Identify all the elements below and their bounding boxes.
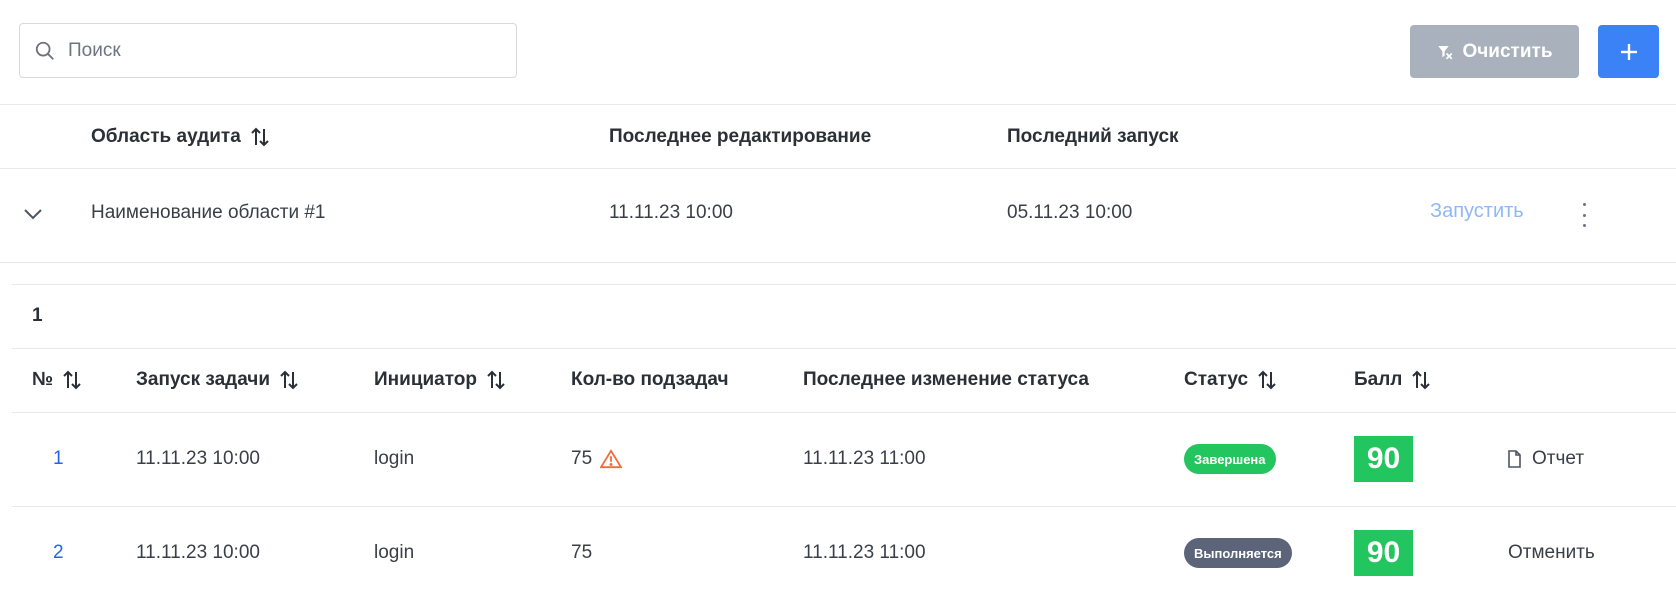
header-initiator[interactable]: Инициатор bbox=[374, 369, 507, 391]
task-status-change: 11.11.23 11:00 bbox=[803, 542, 926, 564]
search-input[interactable] bbox=[68, 39, 488, 62]
divider bbox=[12, 284, 1676, 285]
task-subtasks: 75 bbox=[571, 542, 592, 564]
status-badge: Завершена bbox=[1184, 444, 1276, 474]
add-button[interactable] bbox=[1598, 25, 1659, 78]
sort-icon[interactable] bbox=[278, 369, 300, 391]
sort-icon[interactable] bbox=[1256, 369, 1278, 391]
header-status[interactable]: Статус bbox=[1184, 369, 1278, 391]
search-field[interactable] bbox=[19, 23, 517, 78]
group-label: 1 bbox=[32, 305, 43, 326]
sort-icon[interactable] bbox=[1410, 369, 1432, 391]
sort-icon[interactable] bbox=[485, 369, 507, 391]
header-last-run-label: Последний запуск bbox=[1007, 126, 1179, 147]
cancel-link[interactable]: Отменить bbox=[1508, 542, 1595, 564]
task-subtasks: 75 bbox=[571, 448, 623, 470]
task-initiator-text: login bbox=[374, 448, 415, 469]
clear-filters-button[interactable]: Очистить bbox=[1410, 25, 1579, 78]
header-task-run-label: Запуск задачи bbox=[136, 369, 271, 390]
task-subtasks-text: 75 bbox=[571, 542, 593, 563]
divider bbox=[0, 104, 1676, 105]
task-run-time: 11.11.23 10:00 bbox=[136, 542, 260, 564]
clear-button-label: Очистить bbox=[1462, 40, 1553, 62]
task-initiator-text: login bbox=[374, 542, 415, 563]
header-area[interactable]: Область аудита bbox=[91, 126, 271, 148]
task-subtasks-text: 75 bbox=[571, 448, 593, 469]
task-status-change-text: 11.11.23 11:00 bbox=[803, 542, 926, 563]
score-badge: 90 bbox=[1354, 530, 1413, 576]
header-initiator-label: Инициатор bbox=[374, 369, 478, 390]
divider bbox=[0, 168, 1676, 169]
area-last-edit: 11.11.23 10:00 bbox=[609, 202, 733, 224]
task-run-text: 11.11.23 10:00 bbox=[136, 448, 260, 469]
header-status-change: Последнее изменение статуса bbox=[803, 369, 1089, 391]
task-initiator: login bbox=[374, 448, 414, 470]
task-run-text: 11.11.23 10:00 bbox=[136, 542, 260, 563]
header-subtasks-label: Кол-во подзадач bbox=[571, 369, 729, 390]
divider bbox=[12, 506, 1676, 507]
header-score-label: Балл bbox=[1354, 369, 1403, 390]
task-number-link[interactable]: 2 bbox=[53, 542, 64, 564]
run-link[interactable]: Запустить bbox=[1430, 200, 1524, 223]
task-status-change: 11.11.23 11:00 bbox=[803, 448, 926, 470]
header-subtasks: Кол-во подзадач bbox=[571, 369, 729, 391]
header-last-run: Последний запуск bbox=[1007, 126, 1179, 148]
task-number-link[interactable]: 1 bbox=[53, 448, 64, 470]
task-initiator: login bbox=[374, 542, 414, 564]
document-icon bbox=[1508, 450, 1521, 468]
header-score[interactable]: Балл bbox=[1354, 369, 1432, 391]
header-task-run[interactable]: Запуск задачи bbox=[136, 369, 300, 391]
header-num-label: № bbox=[32, 369, 54, 390]
more-options-icon[interactable] bbox=[1578, 203, 1590, 227]
chevron-down-icon[interactable] bbox=[22, 206, 44, 222]
plus-icon bbox=[1620, 43, 1637, 60]
task-status-change-text: 11.11.23 11:00 bbox=[803, 448, 926, 469]
score-badge: 90 bbox=[1354, 436, 1413, 482]
report-label: Отчет bbox=[1532, 448, 1585, 469]
report-link[interactable]: Отчет bbox=[1507, 448, 1584, 470]
area-last-run: 05.11.23 10:00 bbox=[1007, 202, 1132, 224]
divider bbox=[12, 412, 1676, 413]
area-last-edit-text: 11.11.23 10:00 bbox=[609, 202, 733, 223]
header-status-label: Статус bbox=[1184, 369, 1249, 390]
task-run-time: 11.11.23 10:00 bbox=[136, 448, 260, 470]
sort-icon[interactable] bbox=[61, 369, 83, 391]
sort-icon[interactable] bbox=[249, 126, 271, 148]
area-last-run-text: 05.11.23 10:00 bbox=[1007, 202, 1133, 223]
divider bbox=[12, 348, 1676, 349]
header-status-change-label: Последнее изменение статуса bbox=[803, 369, 1089, 390]
search-icon bbox=[35, 41, 54, 60]
header-num[interactable]: № bbox=[32, 369, 83, 391]
header-area-label: Область аудита bbox=[91, 126, 241, 147]
area-name: Наименование области #1 bbox=[91, 202, 325, 224]
divider bbox=[0, 262, 1676, 263]
header-last-edit-label: Последнее редактирование bbox=[609, 126, 872, 147]
status-badge: Выполняется bbox=[1184, 538, 1292, 568]
warning-icon bbox=[600, 449, 623, 469]
header-last-edit: Последнее редактирование bbox=[609, 126, 871, 148]
area-name-text: Наименование области #1 bbox=[91, 202, 326, 223]
filter-clear-icon bbox=[1438, 45, 1453, 59]
